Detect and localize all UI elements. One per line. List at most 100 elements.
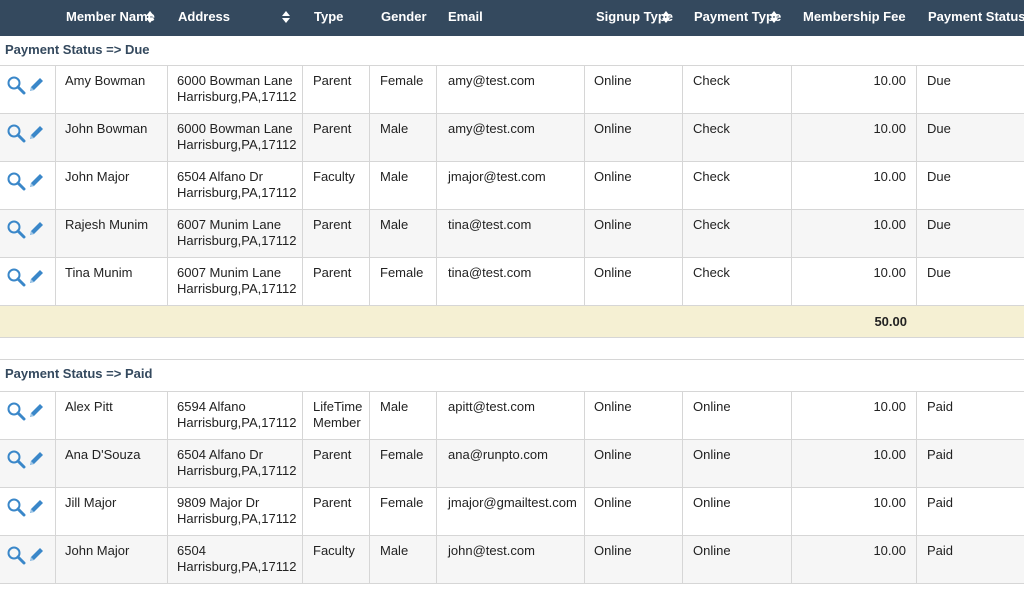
row-actions <box>6 75 46 95</box>
payment-type: Online <box>693 399 731 414</box>
table-row[interactable]: Ana D'Souza 6504 Alfano Dr Harrisburg,PA,1… <box>0 440 1024 488</box>
gender: Male <box>380 543 409 558</box>
col-gender[interactable]: Gender <box>381 0 436 36</box>
payment-status: Due <box>927 169 951 184</box>
email: jmajor@gmailtest.com <box>448 495 577 510</box>
search-icon[interactable] <box>6 171 26 191</box>
search-icon[interactable] <box>6 267 26 287</box>
address-line2: Harrisburg,PA,17112 <box>177 415 297 430</box>
payment-type: Online <box>693 447 731 462</box>
col-payment-type[interactable]: Payment Type <box>694 0 792 36</box>
gender: Female <box>380 265 424 280</box>
row-actions <box>6 449 46 469</box>
membership-fee: 10.00 <box>873 73 906 88</box>
member-type: Parent <box>313 121 352 136</box>
col-signup-type[interactable]: Signup Type <box>596 0 682 36</box>
member-name: Alex Pitt <box>65 399 113 414</box>
member-type: Parent <box>313 73 352 88</box>
payment-type: Check <box>693 73 730 88</box>
pencil-icon[interactable] <box>26 545 46 565</box>
subtotal-value: 50.00 <box>874 314 907 329</box>
payment-status: Due <box>927 73 951 88</box>
member-name: Rajesh Munim <box>65 217 149 232</box>
member-name: Ana D'Souza <box>65 447 141 462</box>
group-label: Payment Status => Paid <box>5 366 153 381</box>
group-label: Payment Status => Due <box>5 42 150 57</box>
pencil-icon[interactable] <box>26 497 46 517</box>
address-line1: 6007 Munim Lane <box>177 265 282 280</box>
search-icon[interactable] <box>6 497 26 517</box>
member-type: Parent <box>313 447 352 462</box>
pencil-icon[interactable] <box>26 267 46 287</box>
sort-icon[interactable] <box>146 11 154 23</box>
table-row[interactable]: Jill Major 9809 Major Dr Harrisburg,PA,171… <box>0 488 1024 536</box>
member-name: John Major <box>65 543 130 558</box>
col-member-name[interactable]: Member Name <box>66 0 166 36</box>
sort-icon[interactable] <box>770 11 778 23</box>
col-address[interactable]: Address <box>178 0 302 36</box>
col-address-label: Address <box>178 9 231 24</box>
search-icon[interactable] <box>6 123 26 143</box>
grid-header: Member Name Address Type Gender Email Si… <box>0 0 1024 36</box>
address-line2: Harrisburg,PA,17112 <box>177 511 297 526</box>
pencil-icon[interactable] <box>26 449 46 469</box>
group-header: Payment Status => Due <box>0 36 1024 66</box>
table-row[interactable]: John Major 6504 Harrisburg,PA,17112 Faculty… <box>0 536 1024 584</box>
member-type: LifeTime <box>313 399 363 414</box>
pencil-icon[interactable] <box>26 401 46 421</box>
pencil-icon[interactable] <box>26 171 46 191</box>
payment-type: Check <box>693 169 730 184</box>
member-type: Parent <box>313 495 352 510</box>
payment-status: Due <box>927 121 951 136</box>
row-actions <box>6 123 46 143</box>
table-row[interactable]: Rajesh Munim 6007 Munim Lane Harrisburg,PA… <box>0 210 1024 258</box>
gender: Male <box>380 169 409 184</box>
sort-icon[interactable] <box>282 11 290 23</box>
member-type: Parent <box>313 217 352 232</box>
payment-type: Online <box>693 543 731 558</box>
row-actions <box>6 497 46 517</box>
gender: Male <box>380 121 409 136</box>
membership-fee: 10.00 <box>873 121 906 136</box>
col-email-label: Email <box>448 9 483 24</box>
address-line2: Harrisburg,PA,17112 <box>177 559 297 574</box>
email: amy@test.com <box>448 121 535 136</box>
signup-type: Online <box>594 399 632 414</box>
member-name: Tina Munim <box>65 265 133 280</box>
col-membership-fee[interactable]: Membership Fee <box>803 0 916 36</box>
signup-type: Online <box>594 217 632 232</box>
address-line1: 6504 <box>177 543 206 558</box>
signup-type: Online <box>594 121 632 136</box>
table-row[interactable]: John Bowman 6000 Bowman Lane Harrisburg,PA… <box>0 114 1024 162</box>
sort-icon[interactable] <box>662 11 670 23</box>
email: apitt@test.com <box>448 399 535 414</box>
signup-type: Online <box>594 495 632 510</box>
group-header: Payment Status => Paid <box>0 360 1024 392</box>
col-payment-status[interactable]: Payment Status <box>928 0 1024 36</box>
pencil-icon[interactable] <box>26 75 46 95</box>
address-line2: Harrisburg,PA,17112 <box>177 233 297 248</box>
pencil-icon[interactable] <box>26 219 46 239</box>
membership-fee: 10.00 <box>873 495 906 510</box>
membership-fee: 10.00 <box>873 399 906 414</box>
table-row[interactable]: Amy Bowman 6000 Bowman Lane Harrisburg,PA,… <box>0 66 1024 114</box>
address-line1: 6504 Alfano Dr <box>177 169 264 184</box>
table-row[interactable]: John Major 6504 Alfano Dr Harrisburg,PA,17… <box>0 162 1024 210</box>
col-email[interactable]: Email <box>448 0 584 36</box>
col-type-label: Type <box>314 9 344 24</box>
search-icon[interactable] <box>6 75 26 95</box>
table-row[interactable]: Tina Munim 6007 Munim Lane Harrisburg,PA,1… <box>0 258 1024 306</box>
signup-type: Online <box>594 73 632 88</box>
signup-type: Online <box>594 447 632 462</box>
search-icon[interactable] <box>6 545 26 565</box>
search-icon[interactable] <box>6 401 26 421</box>
search-icon[interactable] <box>6 219 26 239</box>
membership-fee: 10.00 <box>873 217 906 232</box>
member-name: John Bowman <box>65 121 148 136</box>
pencil-icon[interactable] <box>26 123 46 143</box>
search-icon[interactable] <box>6 449 26 469</box>
address-line1: 9809 Major Dr <box>177 495 260 510</box>
col-gender-label: Gender <box>381 9 427 24</box>
table-row[interactable]: Alex Pitt 6594 Alfano Harrisburg,PA,17112 L… <box>0 392 1024 440</box>
col-type[interactable]: Type <box>314 0 369 36</box>
